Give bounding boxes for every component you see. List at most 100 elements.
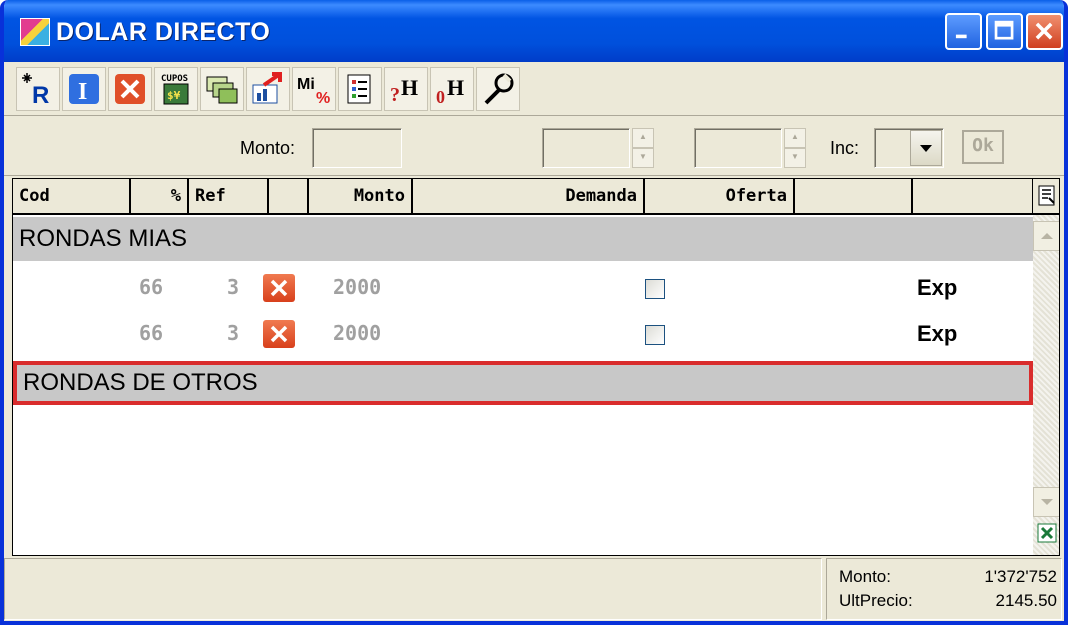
svg-text:%: % — [316, 90, 330, 107]
cupos-button[interactable]: CUPOS $¥ — [154, 67, 198, 111]
col-extra[interactable] — [795, 179, 913, 213]
chevron-down-icon — [920, 145, 932, 152]
column-chooser-icon[interactable] — [1037, 185, 1057, 212]
svg-text:H: H — [447, 75, 464, 100]
cards-icon — [206, 76, 238, 104]
monto-label: Monto: — [240, 138, 296, 158]
app-icon[interactable] — [20, 18, 50, 46]
status-precio-label: UltPrecio: — [839, 591, 913, 610]
col-status[interactable] — [913, 179, 1033, 213]
col-monto[interactable]: Monto — [309, 179, 413, 213]
status-left-panel — [4, 558, 822, 620]
rounds-grid: Cod % Ref Monto Demanda Oferta RONDAS MI… — [12, 178, 1060, 556]
col-demanda[interactable]: Demanda — [413, 179, 645, 213]
settings-wrench-icon — [484, 73, 514, 105]
cancel-icon — [115, 74, 145, 104]
demanda-spinner[interactable]: ▲ ▼ — [632, 128, 654, 168]
cell-percent: 66 — [139, 321, 164, 345]
col-cod[interactable]: Cod — [13, 179, 131, 213]
col-percent[interactable]: % — [131, 179, 189, 213]
query-history-icon: ? H — [390, 75, 418, 106]
zero-history-icon: 0 H — [436, 75, 464, 107]
table-row[interactable]: 66 3 2000 Exp — [13, 311, 1033, 357]
scroll-down-button[interactable] — [1033, 487, 1059, 517]
title-bar[interactable]: DOLAR DIRECTO — [4, 0, 1064, 62]
zero-history-button[interactable]: 0 H — [430, 67, 474, 111]
cupos-icon: CUPOS $¥ — [161, 74, 189, 105]
chart-export-icon — [252, 72, 282, 104]
cell-status: Exp — [917, 275, 958, 300]
window-title: DOLAR DIRECTO — [56, 18, 271, 46]
inc-label: Inc: — [830, 138, 860, 158]
query-history-button[interactable]: ? H — [384, 67, 428, 111]
my-percent-button[interactable]: Mi % — [292, 67, 336, 111]
svg-text:R: R — [32, 82, 49, 107]
new-round-icon: R — [22, 73, 49, 107]
toolbar: R I CUPOS $¥ Mi % ? H 0 H — [4, 62, 1064, 116]
maximize-icon — [994, 20, 1014, 40]
grid-header: Cod % Ref Monto Demanda Oferta — [13, 179, 1059, 215]
app-window: DOLAR DIRECTO R I CUPOS $¥ Mi % ? H 0 H … — [0, 0, 1068, 625]
svg-text:?: ? — [390, 84, 400, 106]
info-button[interactable]: I — [62, 67, 106, 111]
chart-export-button[interactable] — [246, 67, 290, 111]
new-round-button[interactable]: R — [16, 67, 60, 111]
oferta-spinner[interactable]: ▲ ▼ — [784, 128, 806, 168]
cell-ref: 3 — [227, 321, 240, 345]
row-checkbox[interactable] — [645, 279, 665, 299]
input-row: Monto: ▲ ▼ ▲ ▼ Inc: Ok — [4, 118, 1064, 176]
minimize-button[interactable] — [945, 13, 982, 50]
cancel-toolbar-button[interactable] — [108, 67, 152, 111]
monto-input[interactable] — [312, 128, 402, 168]
inc-dropdown-button[interactable] — [910, 130, 942, 166]
status-monto-value: 1'372'752 — [984, 567, 1057, 586]
status-bar: Monto: 1'372'752 UltPrecio: 2145.50 — [4, 556, 1064, 621]
minimize-icon — [955, 34, 967, 39]
close-icon — [270, 279, 288, 297]
col-oferta[interactable]: Oferta — [645, 179, 795, 213]
close-icon — [270, 325, 288, 343]
svg-text:$¥: $¥ — [167, 89, 181, 102]
oferta-price-input[interactable] — [694, 128, 782, 168]
svg-text:CUPOS: CUPOS — [161, 74, 188, 84]
settings-wrench-button[interactable] — [476, 67, 520, 111]
cell-status: Exp — [917, 321, 958, 346]
status-precio-value: 2145.50 — [995, 591, 1057, 610]
svg-text:I: I — [78, 79, 87, 105]
svg-text:H: H — [401, 75, 418, 100]
list-button[interactable] — [338, 67, 382, 111]
spin-up-icon[interactable]: ▲ — [632, 128, 654, 148]
cell-percent: 66 — [139, 275, 164, 299]
svg-text:0: 0 — [436, 87, 445, 107]
list-icon — [347, 74, 371, 104]
section-rondas-de-otros[interactable]: RONDAS DE OTROS — [13, 361, 1033, 405]
cancel-row-button[interactable] — [263, 274, 295, 302]
spin-down-icon[interactable]: ▼ — [784, 148, 806, 168]
cards-button[interactable] — [200, 67, 244, 111]
cancel-row-button[interactable] — [263, 320, 295, 348]
my-percent-icon: Mi % — [297, 76, 330, 107]
spin-down-icon[interactable]: ▼ — [632, 148, 654, 168]
vertical-scrollbar[interactable] — [1033, 215, 1059, 555]
col-ref[interactable]: Ref — [189, 179, 269, 213]
demanda-price-input[interactable] — [542, 128, 630, 168]
col-blank[interactable] — [269, 179, 309, 213]
ok-button[interactable]: Ok — [962, 130, 1004, 164]
status-right-panel: Monto: 1'372'752 UltPrecio: 2145.50 — [826, 558, 1062, 620]
svg-text:Mi: Mi — [297, 76, 315, 93]
status-monto-label: Monto: — [839, 567, 891, 586]
cell-ref: 3 — [227, 275, 240, 299]
excel-export-icon[interactable] — [1037, 523, 1057, 548]
maximize-button[interactable] — [986, 13, 1023, 50]
scroll-up-button[interactable] — [1033, 221, 1059, 251]
chevron-down-icon — [1041, 499, 1053, 505]
spin-up-icon[interactable]: ▲ — [784, 128, 806, 148]
close-button[interactable] — [1026, 13, 1063, 50]
cell-monto: 2000 — [333, 275, 382, 299]
row-checkbox[interactable] — [645, 325, 665, 345]
close-icon — [1035, 22, 1053, 40]
chevron-up-icon — [1041, 233, 1053, 239]
cell-monto: 2000 — [333, 321, 382, 345]
table-row[interactable]: 66 3 2000 Exp — [13, 265, 1033, 311]
section-rondas-mias[interactable]: RONDAS MIAS — [13, 217, 1033, 261]
